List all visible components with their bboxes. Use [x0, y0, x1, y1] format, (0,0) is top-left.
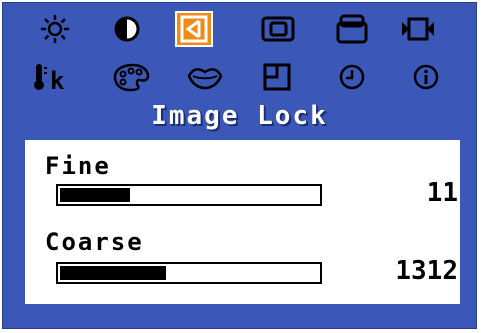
image-lock-icon[interactable]: [175, 11, 213, 47]
size-icon[interactable]: [333, 11, 371, 47]
fine-label: Fine: [45, 152, 111, 180]
fine-value: 11: [426, 178, 458, 208]
icon-row-2: k: [3, 59, 476, 97]
video-icon[interactable]: [399, 11, 437, 47]
color-temperature-icon[interactable]: k: [29, 59, 79, 95]
kelvin-label: k: [50, 67, 65, 92]
coarse-slider-fill: [60, 266, 166, 280]
menu-title: Image Lock: [151, 101, 328, 131]
brightness-icon[interactable]: [36, 11, 74, 47]
window-position-icon[interactable]: [258, 59, 296, 95]
position-icon[interactable]: [259, 11, 297, 47]
fine-slider-fill: [60, 188, 130, 202]
osd-menu: k Image Lock Fine 11 Coarse 1312: [2, 2, 477, 329]
contrast-icon[interactable]: [108, 11, 146, 47]
fine-slider[interactable]: [56, 184, 322, 206]
lips-icon[interactable]: [185, 59, 225, 95]
coarse-value: 1312: [395, 256, 458, 286]
clock-icon[interactable]: [333, 59, 371, 95]
information-icon[interactable]: [407, 59, 445, 95]
coarse-label: Coarse: [45, 228, 144, 256]
color-palette-icon[interactable]: [108, 59, 154, 95]
coarse-slider[interactable]: [56, 262, 322, 284]
settings-panel: Fine 11 Coarse 1312: [25, 140, 460, 304]
icon-row-1: [3, 11, 476, 49]
